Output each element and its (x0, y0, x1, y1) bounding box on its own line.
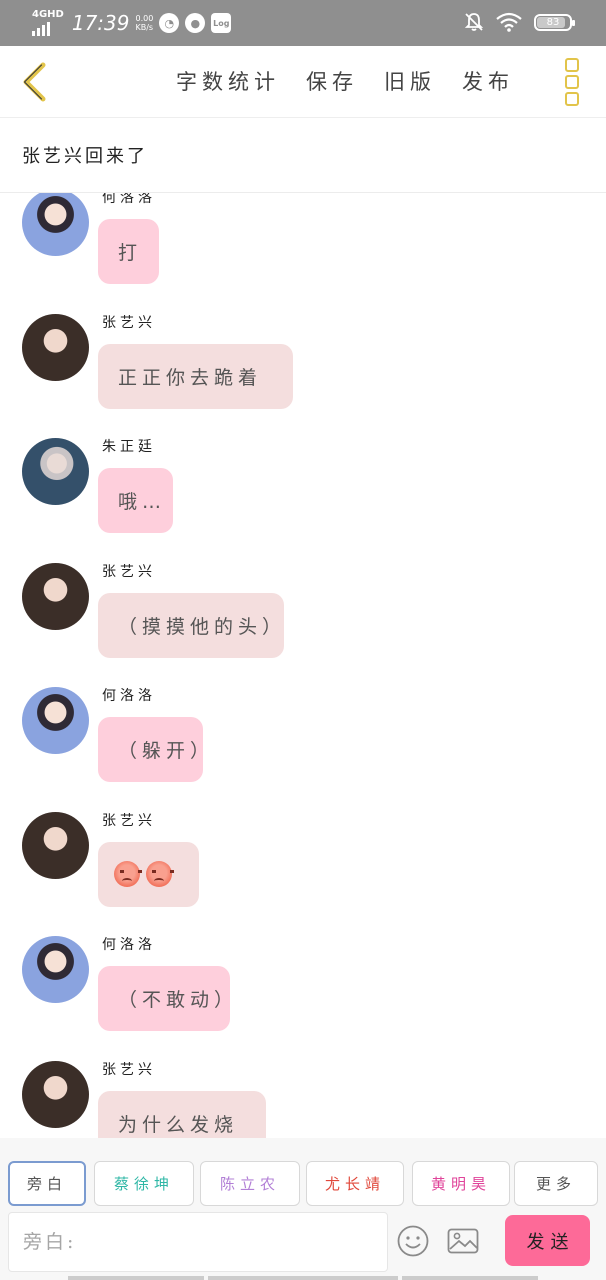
story-title: 张艺兴回来了 (22, 146, 148, 167)
message-text: 哦… (118, 491, 167, 513)
signal-icon (32, 20, 64, 36)
send-button[interactable]: 发送 (505, 1215, 590, 1266)
avatar[interactable] (22, 313, 89, 381)
role-tab-you-zhangjing[interactable]: 尤长靖 (306, 1161, 404, 1206)
clock: 17:39 (71, 11, 130, 35)
speedometer-icon: ◔ (159, 13, 180, 33)
emoji-icon[interactable] (396, 1224, 430, 1258)
speaker-name: 朱正廷 (102, 439, 156, 455)
image-icon[interactable] (446, 1224, 480, 1258)
role-tab-narrator[interactable]: 旁白 (8, 1161, 86, 1206)
input-bar: 发送 (0, 1208, 606, 1280)
message-bubble[interactable] (98, 841, 199, 907)
avatar[interactable] (22, 687, 89, 754)
status-left: 4GHD 17:39 0.00 KB/s ◔ ● Log (32, 10, 232, 36)
angry-face-icon (114, 861, 142, 887)
message-bubble[interactable]: （不敢动） (98, 966, 233, 1031)
chat-area[interactable]: 何洛洛打张艺兴 正正你去跪着 朱正廷 哦… 张艺兴 （摸摸他的头） 何洛洛 （躲开） 张艺兴 何洛… (0, 193, 606, 1138)
gesture-bar (0, 1276, 606, 1280)
message-bubble[interactable]: 打 (98, 219, 159, 284)
role-tab-huang-minghao[interactable]: 黄明昊 (412, 1161, 510, 1206)
status-bar: 4GHD 17:39 0.00 KB/s ◔ ● Log 83 (0, 0, 606, 46)
message-input[interactable] (8, 1212, 388, 1272)
network-type: 4GHD (32, 9, 64, 20)
avatar[interactable] (22, 811, 89, 879)
publish-button[interactable]: 发布 (462, 66, 514, 96)
status-right: 83 (464, 12, 575, 32)
avatar[interactable] (22, 438, 89, 505)
speaker-name: 张艺兴 (102, 563, 156, 580)
role-tab-chen-linong[interactable]: 陈立农 (200, 1161, 300, 1206)
avatar[interactable] (22, 1060, 89, 1128)
message-text: （摸摸他的头） (118, 615, 287, 638)
save-button[interactable]: 保存 (306, 66, 358, 96)
message-text: 为什么发烧 (118, 1113, 239, 1136)
message-bubble[interactable]: （摸摸他的头） (98, 592, 287, 658)
battery-icon: 83 (534, 13, 575, 31)
word-count-button[interactable]: 字数统计 (176, 66, 280, 96)
old-version-button[interactable]: 旧版 (384, 66, 436, 96)
log-icon: Log (211, 13, 232, 33)
message-text: 打 (118, 242, 143, 264)
battery-level: 83 (546, 16, 560, 28)
speed-value: 0.00 (135, 14, 154, 23)
avatar[interactable] (22, 562, 89, 630)
angry-face-icon (146, 861, 174, 887)
speaker-name: 何洛洛 (102, 193, 156, 206)
message-text: （不敢动） (118, 989, 239, 1011)
message-bubble[interactable]: （躲开） (98, 717, 209, 782)
speaker-name: 张艺兴 (102, 1061, 156, 1078)
header-actions: 字数统计 保存 旧版 发布 (176, 66, 540, 96)
message-bubble[interactable]: 为什么发烧 (98, 1090, 266, 1138)
story-title-bar[interactable]: 张艺兴回来了 (0, 118, 606, 193)
role-selector: 旁白 蔡徐坤 陈立农 尤长靖 黄明昊 更多 (0, 1138, 606, 1208)
wechat-icon: ● (185, 13, 206, 33)
editor-header: 字数统计 保存 旧版 发布 (0, 46, 606, 118)
message-bubble[interactable]: 正正你去跪着 (98, 343, 293, 409)
speaker-name: 何洛洛 (102, 937, 156, 953)
avatar[interactable] (22, 936, 89, 1003)
back-button[interactable] (14, 58, 54, 106)
message-bubble[interactable]: 哦… (98, 468, 173, 533)
network-indicator: 4GHD (32, 10, 64, 36)
mute-bell-icon (464, 13, 484, 31)
wifi-icon (496, 12, 522, 32)
speaker-name: 张艺兴 (102, 314, 156, 331)
role-tab-more[interactable]: 更多 (514, 1161, 598, 1206)
speed-unit: KB/s (135, 23, 154, 32)
more-menu-icon[interactable] (565, 58, 583, 106)
network-speed: 0.00 KB/s (135, 14, 153, 32)
avatar[interactable] (22, 193, 89, 256)
message-text: 正正你去跪着 (118, 366, 263, 389)
back-chevron-icon (23, 62, 46, 102)
speaker-name: 何洛洛 (102, 688, 156, 704)
role-tab-cai-xukun[interactable]: 蔡徐坤 (94, 1161, 194, 1206)
message-text: （躲开） (118, 740, 215, 762)
speaker-name: 张艺兴 (102, 812, 156, 829)
